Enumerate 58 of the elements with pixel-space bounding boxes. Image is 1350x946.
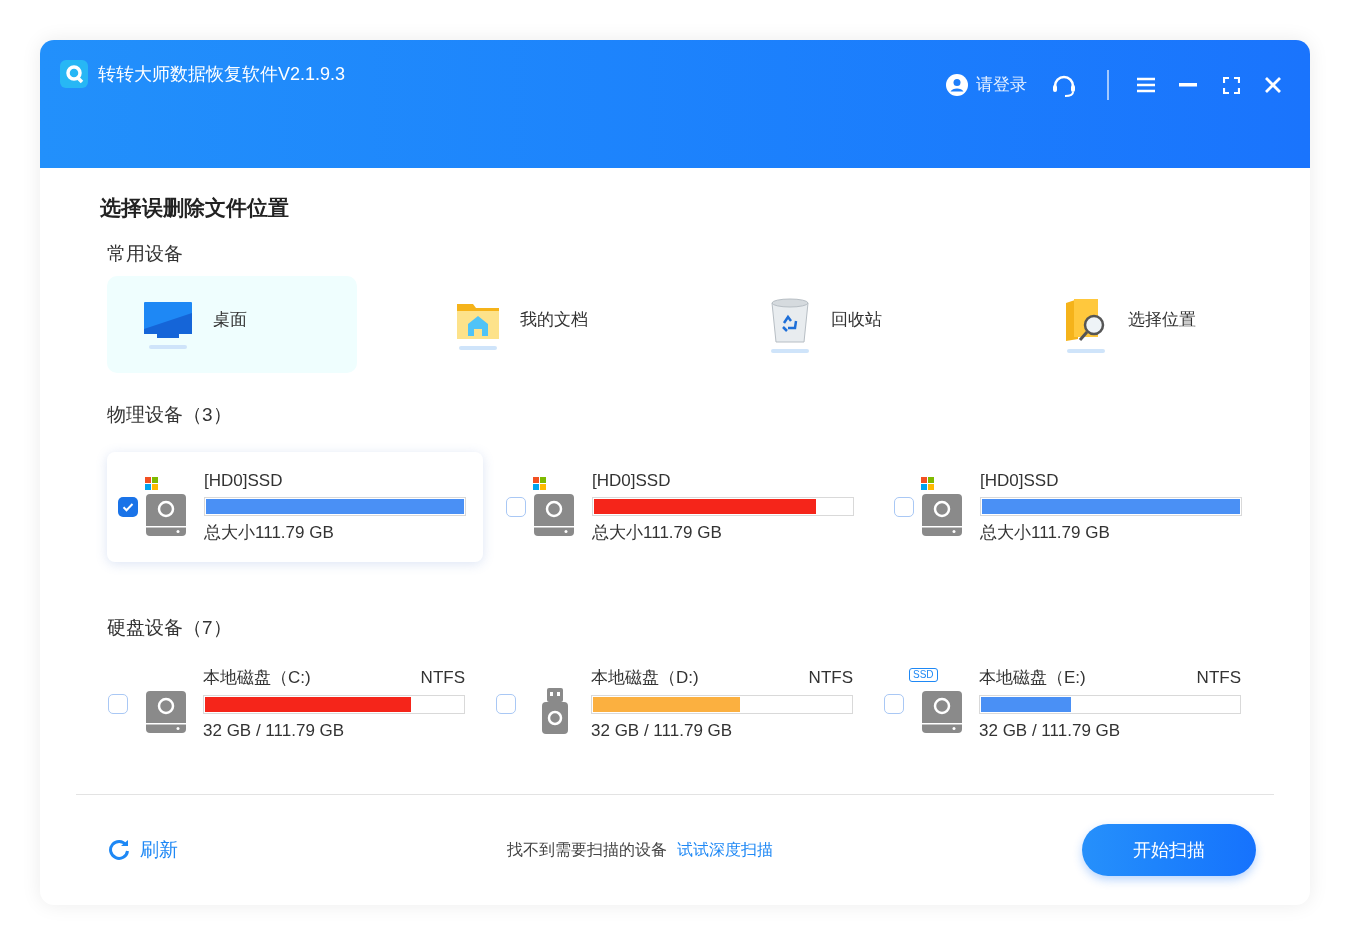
location-tile[interactable]: 桌面 [107,276,357,373]
start-scan-button[interactable]: 开始扫描 [1082,824,1256,876]
usb-drive-icon [541,688,569,734]
maximize-icon[interactable] [1223,76,1240,94]
device-name: [HD0]SSD [980,469,1060,492]
device-name: [HD0]SSD [592,469,672,492]
location-tile[interactable]: 选择位置 [1028,276,1278,373]
close-icon[interactable] [1264,76,1282,94]
hard-drive-icon [145,492,187,537]
disk-usage: 32 GB / 111.79 GB [979,719,1122,742]
section-title: 常用设备 [107,241,184,266]
location-label: 我的文档 [520,308,588,331]
checkbox[interactable] [118,496,138,517]
file-system: NTFS [1196,667,1241,689]
disk-name: 本地磁盘（C:) [203,667,311,689]
hard-drive-icon [921,492,963,537]
section-title: 硬盘设备（7） [107,615,233,640]
device-card[interactable]: [HD0]SSD 总大小111.79 GB [107,451,483,562]
disk-usage: 32 GB / 111.79 GB [203,719,346,742]
minimize-icon[interactable] [1179,83,1197,87]
file-system: NTFS [808,667,853,689]
page-heading: 选择误删除文件位置 [100,195,290,221]
checkbox[interactable] [506,496,526,517]
device-size: 总大小111.79 GB [592,522,723,544]
login-button[interactable]: 请登录 [946,72,1027,98]
location-label: 桌面 [213,308,247,331]
location-tile[interactable]: 我的文档 [420,276,670,373]
recycle-bin-icon [769,296,811,343]
disk-name: 本地磁盘（D:) [591,667,699,689]
checkbox[interactable] [496,694,516,714]
device-size: 总大小111.79 GB [980,522,1111,544]
location-label: 选择位置 [1128,308,1196,331]
ssd-tag: SSD [909,668,938,682]
checkbox[interactable] [108,694,128,714]
section-title: 物理设备（3） [107,403,233,427]
device-size: 总大小111.79 GB [204,522,335,544]
device-card[interactable]: [HD0]SSD 总大小111.79 GB [495,451,871,562]
hard-drive-icon [533,492,575,537]
hard-drive-icon [921,690,963,734]
checkbox[interactable] [894,496,914,517]
refresh-icon [108,839,130,861]
window-title: 转转大师数据恢复软件V2.1.9.3 [98,62,346,86]
checkbox[interactable] [884,694,904,714]
file-system: NTFS [420,667,465,689]
disk-name: 本地磁盘（E:) [979,667,1086,689]
menu-icon[interactable] [1137,77,1155,93]
device-name: [HD0]SSD [204,469,284,492]
hard-drive-icon [145,690,187,734]
device-card[interactable]: [HD0]SSD 总大小111.79 GB [883,451,1259,562]
user-icon [946,74,968,96]
disk-usage: 32 GB / 111.79 GB [591,719,734,742]
location-tile[interactable]: 回收站 [733,276,983,373]
refresh-button[interactable]: 刷新 [108,835,178,865]
app-logo-icon [60,60,88,88]
monitor-icon [143,300,193,339]
location-label: 回收站 [831,308,882,331]
deep-scan-link[interactable]: 试试深度扫描 [677,838,773,862]
hint-text: 找不到需要扫描的设备 [507,840,667,860]
